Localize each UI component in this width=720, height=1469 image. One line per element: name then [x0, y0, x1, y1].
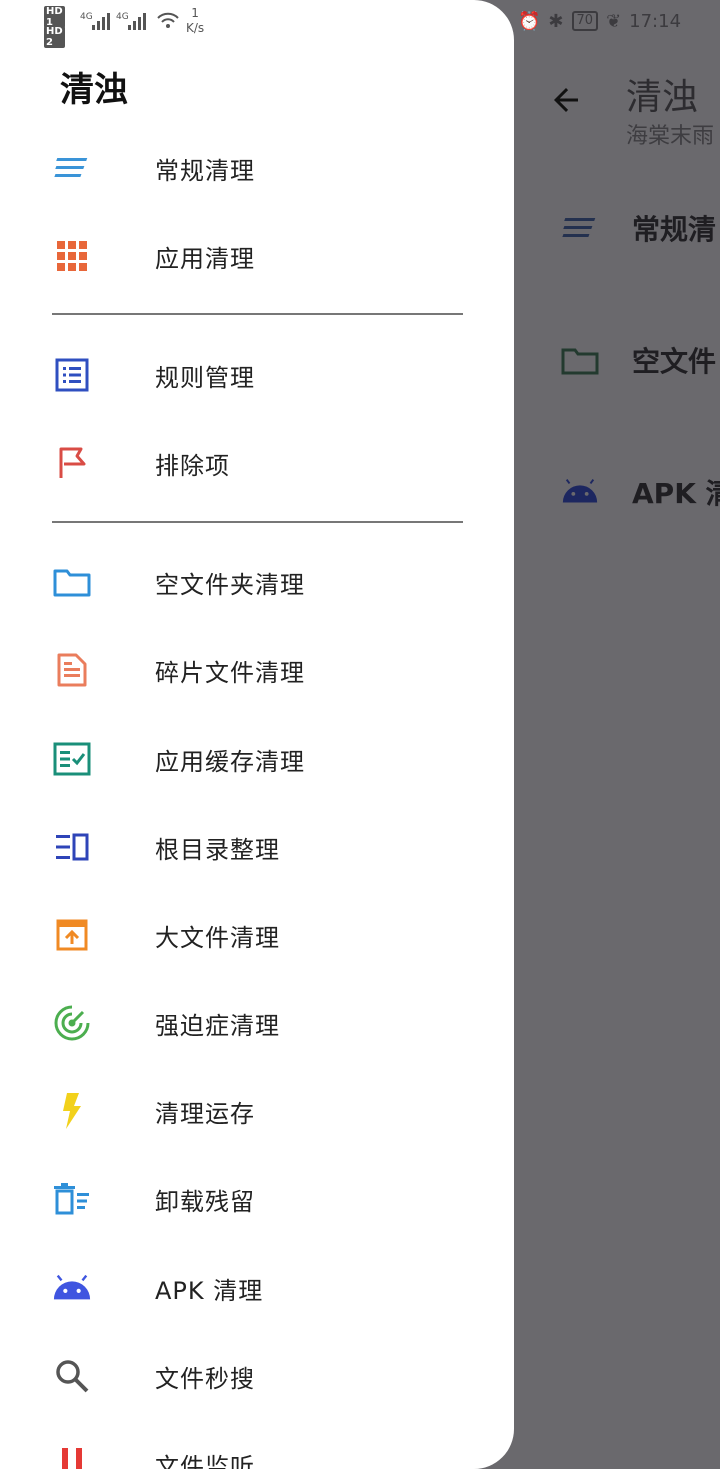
menu-item-app-clean[interactable]: 应用清理 [0, 212, 514, 300]
status-bar-right: ⏰ ✱ 70 ❦ 17:14 [518, 6, 720, 36]
folder-icon [560, 340, 600, 380]
menu-item-apk-clean[interactable]: APK 清理 [0, 1244, 514, 1332]
signal-icon [128, 13, 146, 30]
android-icon [52, 1268, 92, 1308]
menu-item-label: 强迫症清理 [155, 1011, 280, 1040]
menu-item-file-search[interactable]: 文件秒搜 [0, 1332, 514, 1420]
menu-item-label: 清理运存 [155, 1099, 255, 1128]
menu-item-label: 卸载残留 [155, 1187, 255, 1216]
menu-item-label: 应用清理 [155, 244, 255, 273]
menu-item-fragment-file-clean[interactable]: 碎片文件清理 [0, 626, 514, 714]
signal-icon [92, 13, 110, 30]
menu-item-file-monitor[interactable]: 文件监听 [0, 1420, 514, 1469]
list-item-label: APK 清 [632, 477, 720, 510]
menu-item-uninstall-residue[interactable]: 卸载残留 [0, 1155, 514, 1243]
menu-item-label: 大文件清理 [155, 923, 280, 952]
lines-icon [52, 148, 92, 188]
list-icon [52, 355, 92, 395]
search-icon [52, 1356, 92, 1396]
menu-item-label: 应用缓存清理 [155, 747, 305, 776]
folder-icon [52, 562, 92, 602]
flag-icon [52, 443, 92, 483]
leaf-icon: ❦ [606, 10, 622, 32]
menu-item-label: 文件秒搜 [155, 1364, 255, 1393]
menu-item-label: 根目录整理 [155, 835, 280, 864]
list-item-label: 常规清 [632, 213, 717, 246]
menu-item-app-cache-clean[interactable]: 应用缓存清理 [0, 715, 514, 803]
menu-item-label: 常规清理 [155, 156, 255, 185]
menu-item-memory-clean[interactable]: 清理运存 [0, 1067, 514, 1155]
back-arrow-icon[interactable] [548, 82, 584, 118]
menu-item-label: 空文件夹清理 [155, 570, 305, 599]
radar-icon [52, 1003, 92, 1043]
document-icon [52, 650, 92, 690]
menu-item-label: 文件监听 [155, 1452, 255, 1469]
menu-item-rule-management[interactable]: 规则管理 [0, 331, 514, 419]
menu-item-ocd-clean[interactable]: 强迫症清理 [0, 979, 514, 1067]
menu-item-label: APK 清理 [155, 1276, 264, 1305]
page-subtitle: 海棠末雨 [626, 124, 715, 149]
divider [52, 521, 463, 523]
toolbar: 清浊 海棠末雨 [514, 60, 720, 150]
menu-item-exclusions[interactable]: 排除项 [0, 419, 514, 507]
menu-item-label: 排除项 [155, 451, 230, 480]
bluetooth-icon: ✱ [548, 10, 564, 32]
clock: 17:14 [629, 10, 682, 32]
delete-list-icon [52, 1179, 92, 1219]
wifi-icon [157, 12, 179, 28]
divider [52, 313, 463, 315]
android-icon [560, 472, 600, 512]
hd1-badge: HD 1 [44, 6, 65, 28]
hd2-badge: HD 2 [44, 26, 65, 48]
menu-item-regular-clean[interactable]: 常规清理 [0, 124, 514, 212]
alarm-icon: ⏰ [518, 10, 541, 32]
drawer-title: 清浊 [60, 70, 128, 110]
archive-icon [52, 915, 92, 955]
battery-indicator: 70 [571, 11, 599, 31]
root-icon [52, 827, 92, 867]
pause-icon [52, 1444, 92, 1469]
network-type-2: 4G [116, 12, 129, 22]
list-item[interactable]: 空文件 [514, 320, 720, 400]
navigation-drawer: HD 1 HD 2 4G 4G 1 K/s 清浊 常规清理 应用清理 规则管理 … [0, 0, 514, 1469]
menu-item-large-file-clean[interactable]: 大文件清理 [0, 891, 514, 979]
network-speed: 1 K/s [186, 6, 205, 35]
menu-item-label: 碎片文件清理 [155, 658, 305, 687]
apps-grid-icon [52, 236, 92, 276]
list-item[interactable]: APK 清 [514, 452, 720, 532]
lines-icon [560, 208, 600, 248]
list-item-label: 空文件 [632, 345, 717, 378]
network-type-1: 4G [80, 12, 93, 22]
lightning-icon [52, 1091, 92, 1131]
menu-item-label: 规则管理 [155, 363, 255, 392]
checklist-icon [52, 739, 92, 779]
page-title: 清浊 [626, 77, 699, 118]
list-item[interactable]: 常规清 [514, 188, 720, 268]
menu-item-root-directory-organize[interactable]: 根目录整理 [0, 803, 514, 891]
menu-item-empty-folder-clean[interactable]: 空文件夹清理 [0, 538, 514, 626]
